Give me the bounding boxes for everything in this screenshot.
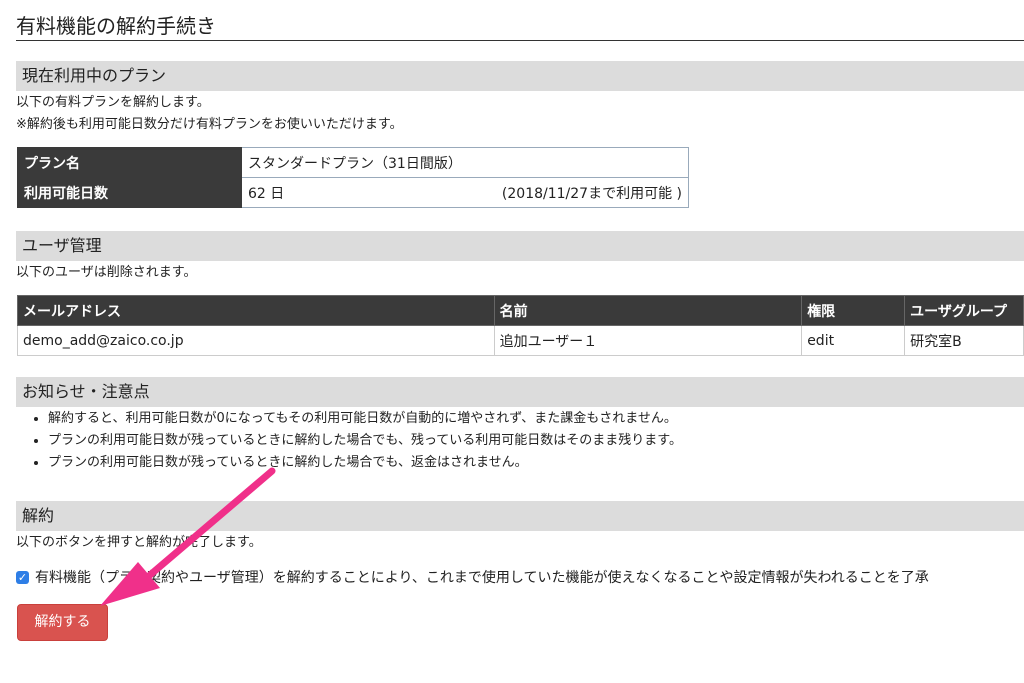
plan-days-label: 利用可能日数 bbox=[17, 177, 242, 208]
confirm-label[interactable]: 有料機能（プラン契約やユーザ管理）を解約することにより、これまで使用していた機能… bbox=[35, 567, 929, 587]
user-role: edit bbox=[801, 325, 906, 356]
plan-name-value: スタンダードプラン（31日間版） bbox=[241, 147, 689, 178]
plan-days-cell: 62 日 (2018/11/27まで利用可能 ) bbox=[241, 177, 689, 208]
col-name: 名前 bbox=[493, 295, 803, 326]
list-item: プランの利用可能日数が残っているときに解約した場合でも、返金はされません。 bbox=[48, 452, 682, 474]
user-name: 追加ユーザー１ bbox=[493, 325, 803, 356]
plan-intro-line-2: ※解約後も利用可能日数分だけ有料プランをお使いいただけます。 bbox=[16, 117, 403, 132]
cancel-subscription-button[interactable]: 解約する bbox=[17, 604, 108, 641]
list-item: プランの利用可能日数が残っているときに解約した場合でも、残っている利用可能日数は… bbox=[48, 430, 682, 452]
plan-table: プラン名 スタンダードプラン（31日間版） 利用可能日数 62 日 (2018/… bbox=[17, 147, 689, 208]
table-row: demo_add@zaico.co.jp 追加ユーザー１ edit 研究室B bbox=[17, 325, 1024, 356]
user-email: demo_add@zaico.co.jp bbox=[17, 325, 495, 356]
page-title: 有料機能の解約手続き bbox=[16, 12, 1024, 41]
user-table: メールアドレス 名前 権限 ユーザグループ demo_add@zaico.co.… bbox=[17, 295, 1024, 356]
plan-name-label: プラン名 bbox=[17, 147, 242, 178]
user-intro-line: 以下のユーザは削除されます。 bbox=[16, 265, 197, 280]
section-current-plan: 現在利用中のプラン bbox=[16, 61, 1024, 91]
user-table-header: メールアドレス 名前 権限 ユーザグループ bbox=[17, 295, 1024, 326]
notice-list: 解約すると、利用可能日数が0になってもその利用可能日数が自動的に増やされず、また… bbox=[16, 408, 682, 474]
col-email: メールアドレス bbox=[17, 295, 495, 326]
col-group: ユーザグループ bbox=[904, 295, 1024, 326]
section-notice: お知らせ・注意点 bbox=[16, 377, 1024, 407]
plan-days-value: 62 日 bbox=[248, 185, 285, 202]
col-role: 権限 bbox=[801, 295, 906, 326]
cancel-intro-line: 以下のボタンを押すと解約が完了します。 bbox=[16, 535, 262, 550]
confirm-checkbox[interactable]: ✓ bbox=[16, 570, 29, 584]
section-cancel: 解約 bbox=[16, 501, 1024, 531]
section-user-management: ユーザ管理 bbox=[16, 231, 1024, 261]
plan-intro-line-1: 以下の有料プランを解約します。 bbox=[16, 95, 210, 110]
plan-row-days: 利用可能日数 62 日 (2018/11/27まで利用可能 ) bbox=[17, 177, 689, 208]
confirm-row: ✓ 有料機能（プラン契約やユーザ管理）を解約することにより、これまで使用していた… bbox=[16, 567, 1024, 587]
user-group: 研究室B bbox=[904, 325, 1024, 356]
plan-days-note: (2018/11/27まで利用可能 ) bbox=[501, 185, 682, 202]
plan-row-name: プラン名 スタンダードプラン（31日間版） bbox=[17, 147, 689, 178]
list-item: 解約すると、利用可能日数が0になってもその利用可能日数が自動的に増やされず、また… bbox=[48, 408, 682, 430]
